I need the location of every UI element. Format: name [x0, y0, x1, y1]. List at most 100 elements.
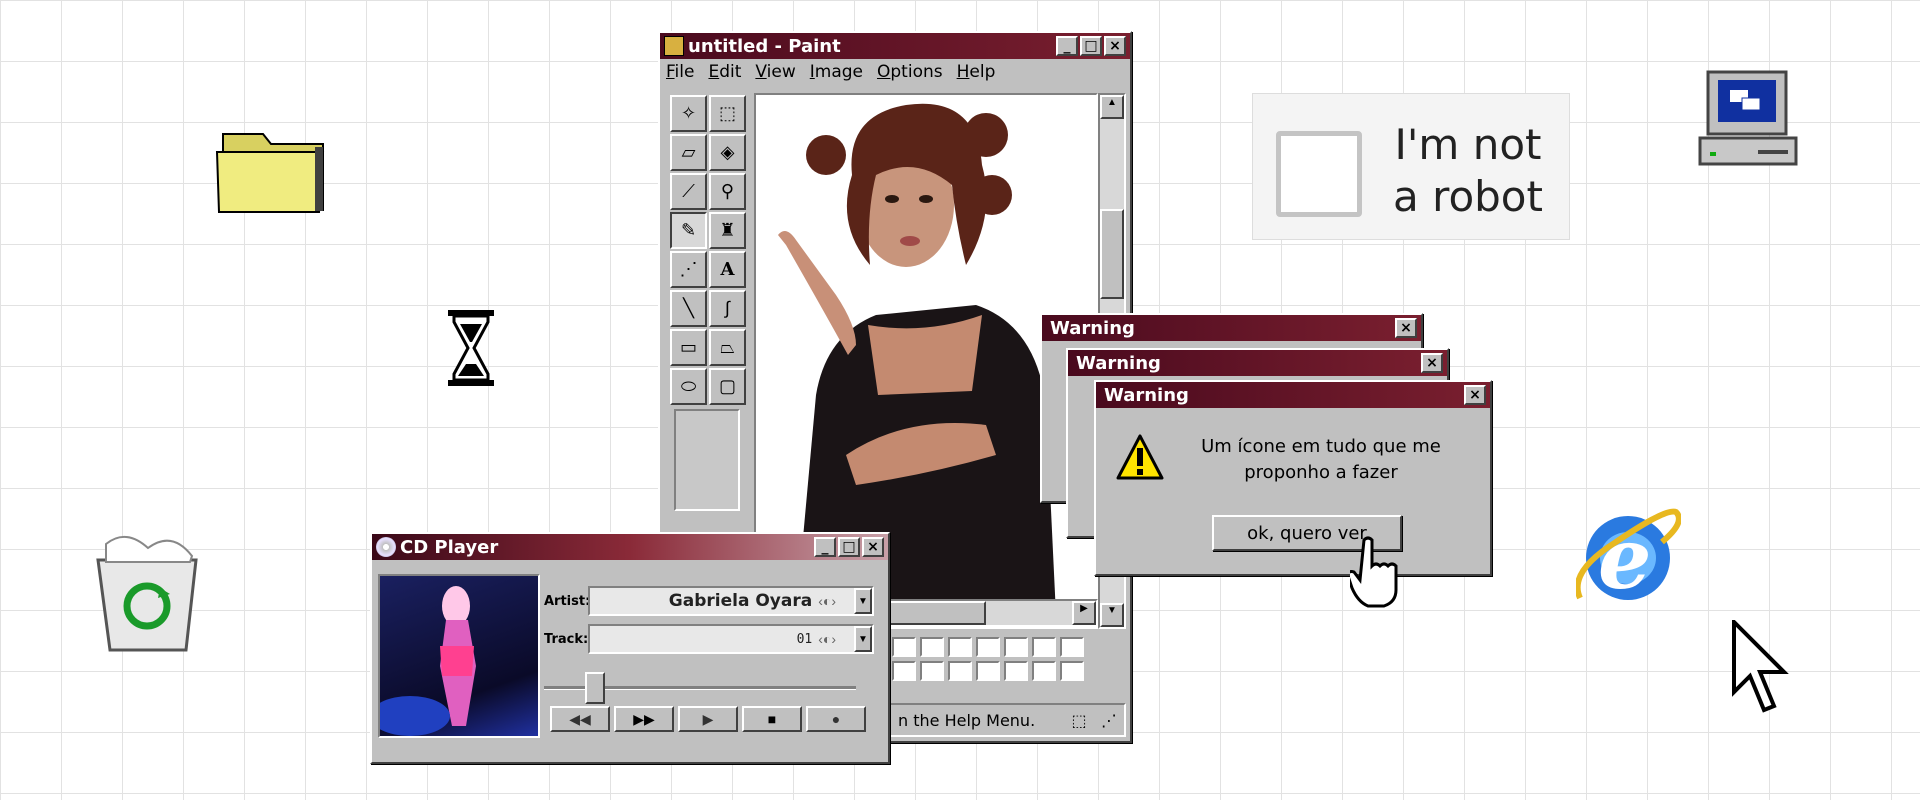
color-swatch[interactable] [976, 637, 1000, 657]
cd-player-window: CD Player _ □ × Artist: Gabriela Oyara ‹… [370, 532, 890, 764]
free-select-tool-icon[interactable]: ✧ [670, 95, 707, 132]
scroll-up-button[interactable]: ▲ [1100, 95, 1124, 119]
color-swatch[interactable] [1004, 637, 1028, 657]
fill-tool-icon[interactable]: ◈ [709, 134, 746, 171]
fast-forward-button[interactable]: ▶▶ [614, 706, 674, 732]
internet-explorer-icon[interactable]: e [1574, 502, 1682, 608]
airbrush-tool-icon[interactable]: ⋰ [670, 251, 707, 288]
menu-file[interactable]: File [666, 62, 694, 82]
cd-disc-icon [376, 537, 396, 557]
menu-help[interactable]: Help [957, 62, 996, 82]
maximize-button[interactable]: □ [1080, 36, 1102, 56]
menu-image[interactable]: Image [810, 62, 863, 82]
scroll-thumb[interactable] [1100, 209, 1124, 299]
minimize-button[interactable]: _ [814, 537, 836, 557]
minimize-button[interactable]: _ [1056, 36, 1078, 56]
paint-menubar: File Edit View Image Options Help [660, 59, 1130, 85]
resize-grip-icon[interactable]: ⋰ [1094, 711, 1124, 730]
close-button[interactable]: × [1421, 353, 1443, 373]
menu-view[interactable]: View [755, 62, 795, 82]
warning-titlebar[interactable]: Warning × [1042, 315, 1421, 341]
warning-message-line2: proponho a fazer [1244, 462, 1398, 483]
h-scroll-thumb[interactable] [876, 601, 986, 625]
artist-dropdown-button[interactable]: ▼ [854, 588, 872, 614]
track-label: Track: [544, 632, 589, 647]
hourglass-icon [446, 308, 496, 388]
color-swatch[interactable] [1060, 637, 1084, 657]
cd-symbol-icon: ‹◐› [818, 631, 836, 647]
color-swatch[interactable] [1032, 661, 1056, 681]
rectangle-tool-icon[interactable]: ▭ [670, 329, 707, 366]
cd-player-titlebar[interactable]: CD Player _ □ × [372, 534, 888, 560]
tool-options-box [674, 409, 740, 511]
color-swatch[interactable] [920, 637, 944, 657]
paint-app-icon [664, 36, 684, 56]
arrow-cursor-icon [1730, 617, 1790, 720]
color-swatch[interactable] [1004, 661, 1028, 681]
warning-title: Warning [1104, 384, 1189, 406]
warning-titlebar[interactable]: Warning × [1068, 350, 1447, 376]
record-button[interactable]: ● [806, 706, 866, 732]
close-button[interactable]: × [1104, 36, 1126, 56]
warning-titlebar[interactable]: Warning × [1096, 382, 1490, 408]
text-tool-icon[interactable]: A [709, 251, 746, 288]
color-swatch[interactable] [1032, 637, 1056, 657]
color-swatch[interactable] [1060, 661, 1084, 681]
brush-tool-icon[interactable]: ♜ [709, 212, 746, 249]
seek-slider-thumb[interactable] [584, 672, 605, 704]
folder-icon[interactable] [215, 122, 330, 217]
rewind-button[interactable]: ◀◀ [550, 706, 610, 732]
ellipse-tool-icon[interactable]: ⬭ [670, 368, 707, 405]
color-swatch[interactable] [948, 637, 972, 657]
menu-options[interactable]: Options [877, 62, 943, 82]
color-picker-tool-icon[interactable]: ⟋ [670, 173, 707, 210]
warning-title: Warning [1076, 352, 1161, 374]
close-button[interactable]: × [1464, 385, 1486, 405]
my-computer-icon[interactable] [1698, 68, 1798, 168]
play-button[interactable]: ▶ [678, 706, 738, 732]
stop-button[interactable]: ■ [742, 706, 802, 732]
menu-edit[interactable]: Edit [708, 62, 741, 82]
color-swatch[interactable] [892, 661, 916, 681]
track-dropdown-button[interactable]: ▼ [854, 626, 872, 652]
color-swatch[interactable] [920, 661, 944, 681]
close-button[interactable]: × [1395, 318, 1417, 338]
rect-select-tool-icon[interactable]: ⬚ [709, 95, 746, 132]
status-text: n the Help Menu. [898, 710, 1036, 730]
paint-title: untitled - Paint [688, 35, 841, 57]
warning-title: Warning [1050, 317, 1135, 339]
warning-window-front: Warning × Um ícone em tudo que me propon… [1094, 380, 1492, 576]
artist-field[interactable]: Gabriela Oyara ‹◐› [588, 586, 874, 616]
paint-titlebar[interactable]: untitled - Paint _ □ × [660, 33, 1130, 59]
scroll-down-button[interactable]: ▼ [1100, 603, 1124, 627]
track-field[interactable]: 01 ‹◐› [588, 624, 874, 654]
color-swatch[interactable] [892, 637, 916, 657]
line-tool-icon[interactable]: ╲ [670, 290, 707, 327]
captcha-label: I'm not a robot [1393, 120, 1543, 221]
color-palette [892, 637, 1084, 681]
recycle-bin-icon[interactable] [90, 532, 205, 657]
color-swatch[interactable] [948, 661, 972, 681]
artist-label: Artist: [544, 594, 591, 609]
rounded-rect-tool-icon[interactable]: ▢ [709, 368, 746, 405]
pencil-tool-icon[interactable]: ✎ [670, 212, 707, 249]
artist-value: Gabriela Oyara [668, 591, 813, 611]
warning-triangle-icon [1116, 434, 1164, 480]
scroll-right-button[interactable]: ▶ [1072, 601, 1096, 625]
color-swatch[interactable] [976, 661, 1000, 681]
warning-message-line1: Um ícone em tudo que me [1201, 436, 1441, 457]
selection-icon: ⬚ [1071, 710, 1087, 730]
captcha-checkbox[interactable] [1276, 131, 1362, 217]
polygon-tool-icon[interactable]: ⏢ [709, 329, 746, 366]
curve-tool-icon[interactable]: ∫ [709, 290, 746, 327]
paint-toolbox: ✧ ⬚ ▱ ◈ ⟋ ⚲ ✎ ♜ ⋰ A ╲ ∫ ▭ ⏢ ⬭ ▢ [670, 95, 748, 405]
close-button[interactable]: × [862, 537, 884, 557]
cd-player-title: CD Player [400, 536, 499, 558]
hand-cursor-icon [1346, 536, 1406, 608]
album-art [378, 574, 540, 738]
track-value: 01 [796, 631, 813, 647]
eraser-tool-icon[interactable]: ▱ [670, 134, 707, 171]
maximize-button[interactable]: □ [838, 537, 860, 557]
magnifier-tool-icon[interactable]: ⚲ [709, 173, 746, 210]
cd-symbol-icon: ‹◐› [818, 593, 836, 609]
